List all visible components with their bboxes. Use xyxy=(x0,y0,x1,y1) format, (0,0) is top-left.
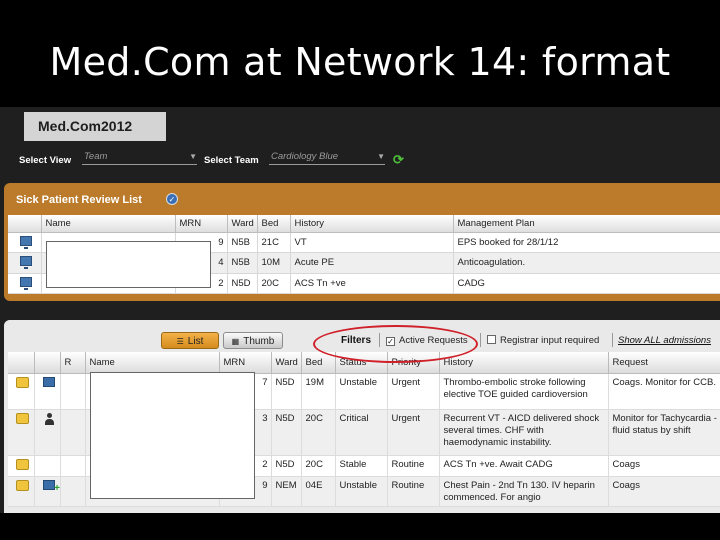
priority-cell: Urgent xyxy=(387,409,440,456)
select-view-dropdown[interactable]: Team ▼ xyxy=(82,151,197,165)
monitor-add-icon[interactable] xyxy=(43,479,59,495)
checkbox-unchecked-icon xyxy=(487,335,496,344)
registrar-cell xyxy=(60,373,86,410)
bed-cell: 04E xyxy=(301,476,336,507)
note-icon[interactable] xyxy=(16,412,30,424)
ward-cell: NEM xyxy=(271,476,302,507)
column-header[interactable]: Name xyxy=(85,352,220,374)
view-selector-row: Select View Team ▼ Select Team Cardiolog… xyxy=(0,149,720,173)
request-cell: Coags xyxy=(608,455,720,477)
ward-cell: N5B xyxy=(227,232,258,253)
column-header xyxy=(8,352,35,374)
plan-cell: Anticoagulation. xyxy=(453,252,720,274)
registrar-cell xyxy=(60,455,86,477)
request-cell: Coags xyxy=(608,476,720,507)
bed-cell: 19M xyxy=(301,373,336,410)
monitor-icon[interactable] xyxy=(43,376,55,387)
monitor-icon[interactable] xyxy=(20,256,33,270)
status-cell: Stable xyxy=(335,455,388,477)
column-header[interactable]: Ward xyxy=(271,352,302,374)
column-header[interactable]: MRN xyxy=(219,352,272,374)
show-all-admissions-link[interactable]: Show ALL admissions xyxy=(618,335,711,346)
column-header[interactable]: History xyxy=(290,215,454,233)
registrar-input-checkbox[interactable]: Registrar input required xyxy=(487,335,599,346)
history-cell: Thrombo-embolic stroke following electiv… xyxy=(439,373,609,410)
priority-cell: Urgent xyxy=(387,373,440,410)
bed-cell: 20C xyxy=(301,455,336,477)
monitor-icon[interactable] xyxy=(20,235,33,249)
status-cell: Critical xyxy=(335,409,388,456)
ward-cell: N5B xyxy=(227,252,258,274)
column-header[interactable]: Request xyxy=(608,352,720,374)
history-cell: Chest Pain - 2nd Tn 130. IV heparin comm… xyxy=(439,476,609,507)
column-header[interactable]: Name xyxy=(41,215,176,233)
column-header xyxy=(8,215,42,233)
ward-cell: N5D xyxy=(227,273,258,294)
plan-cell: CADG xyxy=(453,273,720,294)
note-icon[interactable] xyxy=(16,458,30,470)
column-header[interactable]: Ward xyxy=(227,215,258,233)
ward-cell: N5D xyxy=(271,373,302,410)
sick-patient-title: Sick Patient Review List xyxy=(16,194,142,206)
history-cell: ACS Tn +ve xyxy=(290,273,454,294)
registrar-cell xyxy=(60,476,86,507)
bed-cell: 10M xyxy=(257,252,291,274)
refresh-icon[interactable]: ⟳ xyxy=(393,153,407,167)
select-team-value: Cardiology Blue xyxy=(271,151,339,162)
request-cell: Monitor for Tachycardia - fluid status b… xyxy=(608,409,720,456)
table-header: Name MRN Ward Bed History Management Pla… xyxy=(8,215,720,233)
column-header[interactable]: Bed xyxy=(257,215,291,233)
registrar-cell xyxy=(60,409,86,456)
list-view-button[interactable]: ☰ List xyxy=(161,332,219,349)
annotation-ellipse xyxy=(313,325,478,363)
status-cell: Unstable xyxy=(335,373,388,410)
column-header[interactable]: MRN xyxy=(175,215,228,233)
column-header[interactable]: R xyxy=(60,352,86,374)
bed-cell: 21C xyxy=(257,232,291,253)
status-cell: Unstable xyxy=(335,476,388,507)
history-cell: Recurrent VT - AICD delivered shock seve… xyxy=(439,409,609,456)
priority-cell: Routine xyxy=(387,455,440,477)
history-cell: VT xyxy=(290,232,454,253)
thumbnail-icon: ▦ xyxy=(231,337,240,346)
priority-cell: Routine xyxy=(387,476,440,507)
chevron-down-icon: ▼ xyxy=(189,152,197,161)
column-header[interactable]: History xyxy=(439,352,609,374)
request-cell: Coags. Monitor for CCB. xyxy=(608,373,720,410)
column-header[interactable]: Management Plan xyxy=(453,215,720,233)
list-icon: ☰ xyxy=(176,337,184,346)
thumb-view-button[interactable]: ▦ Thumb xyxy=(223,332,283,349)
select-team-label: Select Team xyxy=(204,155,259,166)
note-icon[interactable] xyxy=(16,376,30,388)
column-header xyxy=(34,352,61,374)
chevron-down-icon: ▼ xyxy=(377,152,385,161)
app-logo: Med.Com2012 xyxy=(24,112,166,141)
select-team-dropdown[interactable]: Cardiology Blue ▼ xyxy=(269,151,385,165)
monitor-icon[interactable] xyxy=(20,276,33,290)
slide-title: Med.Com at Network 14: format xyxy=(49,40,671,84)
plan-cell: EPS booked for 28/1/12 xyxy=(453,232,720,253)
note-icon[interactable] xyxy=(16,479,30,491)
history-cell: Acute PE xyxy=(290,252,454,274)
redaction-box xyxy=(46,241,211,288)
person-icon xyxy=(44,412,55,425)
bed-cell: 20C xyxy=(301,409,336,456)
divider xyxy=(612,333,613,347)
divider xyxy=(480,333,481,347)
info-icon[interactable]: ✓ xyxy=(166,193,178,205)
select-view-label: Select View xyxy=(19,155,72,166)
redaction-box xyxy=(90,372,255,499)
ward-cell: N5D xyxy=(271,409,302,456)
ward-cell: N5D xyxy=(271,455,302,477)
bed-cell: 20C xyxy=(257,273,291,294)
history-cell: ACS Tn +ve. Await CADG xyxy=(439,455,609,477)
select-view-value: Team xyxy=(84,151,108,162)
